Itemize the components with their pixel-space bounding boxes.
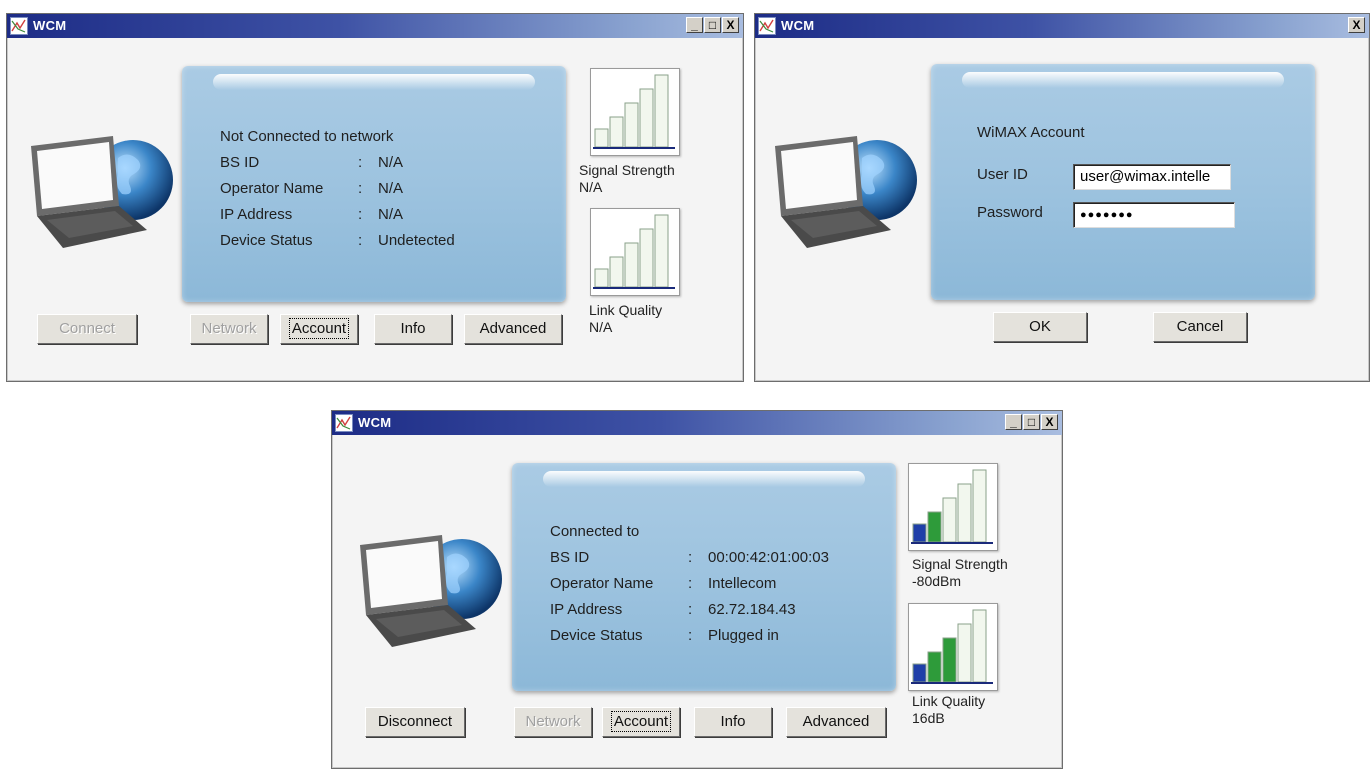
link-quality-meter <box>908 603 998 691</box>
user-id-field[interactable]: user@wimax.intelle <box>1073 164 1231 190</box>
window-title: WCM <box>358 415 392 430</box>
window-title: WCM <box>781 18 815 33</box>
password-field[interactable]: ●●●●●●● <box>1073 202 1235 228</box>
laptop-globe-icon <box>360 535 502 647</box>
info-button[interactable]: Info <box>694 707 772 737</box>
meter-bar-1 <box>594 268 609 288</box>
user-id-label: User ID <box>977 166 1028 183</box>
title-bar[interactable]: WCM _ □ X <box>332 411 1062 435</box>
operator-name-value: N/A <box>378 180 404 197</box>
bs-id-value: 00:00:42:01:00:03 <box>708 549 829 566</box>
network-button[interactable]: Network <box>190 314 268 344</box>
laptop-globe-icon <box>775 136 917 248</box>
title-bar[interactable]: WCM X <box>755 14 1369 38</box>
meter-bar-2 <box>927 511 942 543</box>
bs-id-label: BS ID <box>550 549 590 566</box>
signal-strength-label: Signal Strength <box>912 556 1008 572</box>
bs-id-label: BS ID <box>220 154 260 171</box>
status-heading: Not Connected to network <box>220 128 394 145</box>
meter-bar-1 <box>594 128 609 148</box>
signal-strength-meter <box>590 68 680 156</box>
link-quality-label: Link Quality <box>589 302 663 318</box>
meter-bar-3 <box>624 102 639 148</box>
info-button[interactable]: Info <box>374 314 452 344</box>
device-status-value: Undetected <box>378 232 455 249</box>
signal-strength-label: Signal Strength <box>579 162 675 178</box>
close-button[interactable]: X <box>1041 414 1058 430</box>
meter-bar-4 <box>639 228 654 288</box>
minimize-button[interactable]: _ <box>686 17 703 33</box>
ok-button[interactable]: OK <box>993 312 1087 342</box>
account-button[interactable]: Account <box>602 707 680 737</box>
link-quality-value: N/A <box>589 319 613 335</box>
wcm-window-connected: WCM _ □ X Connected to BS ID:00:00:42:01… <box>331 410 1063 769</box>
meter-bar-1 <box>912 663 927 683</box>
ip-address-value: N/A <box>378 206 404 223</box>
meter-bar-4 <box>957 623 972 683</box>
meter-bar-3 <box>942 497 957 543</box>
title-bar[interactable]: WCM _ □ X <box>7 14 743 38</box>
laptop-globe-icon <box>31 136 173 248</box>
account-heading: WiMAX Account <box>977 124 1085 141</box>
meter-bar-2 <box>927 651 942 683</box>
meter-bar-5 <box>972 469 987 543</box>
status-panel: Connected to BS ID:00:00:42:01:00:03 Ope… <box>512 463 896 691</box>
meter-bar-4 <box>639 88 654 148</box>
wcm-window-disconnected: WCM _ □ X Not Connected to network BS ID… <box>6 13 744 382</box>
meter-bar-2 <box>609 116 624 148</box>
device-status-label: Device Status <box>550 627 643 644</box>
cancel-button[interactable]: Cancel <box>1153 312 1247 342</box>
wcm-app-icon <box>335 414 353 432</box>
operator-name-value: Intellecom <box>708 575 777 592</box>
meter-bar-1 <box>912 523 927 543</box>
meter-bar-5 <box>972 609 987 683</box>
status-heading: Connected to <box>550 523 640 540</box>
close-button[interactable]: X <box>1348 17 1365 33</box>
signal-strength-meter <box>908 463 998 551</box>
operator-name-label: Operator Name <box>550 575 654 592</box>
advanced-button[interactable]: Advanced <box>786 707 886 737</box>
meter-bar-4 <box>957 483 972 543</box>
ip-address-value: 62.72.184.43 <box>708 601 796 618</box>
signal-strength-value: N/A <box>579 179 603 195</box>
device-status-value: Plugged in <box>708 627 779 644</box>
wcm-app-icon <box>10 17 28 35</box>
device-status-label: Device Status <box>220 232 313 249</box>
meter-bar-3 <box>624 242 639 288</box>
bs-id-value: N/A <box>378 154 404 171</box>
meter-bar-2 <box>609 256 624 288</box>
account-button[interactable]: Account <box>280 314 358 344</box>
maximize-button[interactable]: □ <box>1023 414 1040 430</box>
account-panel: WiMAX Account User ID user@wimax.intelle… <box>931 64 1315 300</box>
wcm-account-window: WCM X WiMAX Account User ID user@wimax.i… <box>754 13 1370 382</box>
ip-address-label: IP Address <box>220 206 293 223</box>
meter-bar-5 <box>654 74 669 148</box>
connect-button[interactable]: Connect <box>37 314 137 344</box>
password-label: Password <box>977 204 1043 221</box>
link-quality-meter <box>590 208 680 296</box>
minimize-button[interactable]: _ <box>1005 414 1022 430</box>
meter-bar-3 <box>942 637 957 683</box>
link-quality-value: 16dB <box>912 710 945 726</box>
maximize-button[interactable]: □ <box>704 17 721 33</box>
link-quality-label: Link Quality <box>912 693 986 709</box>
wcm-app-icon <box>758 17 776 35</box>
signal-strength-value: -80dBm <box>912 573 962 589</box>
network-button[interactable]: Network <box>514 707 592 737</box>
advanced-button[interactable]: Advanced <box>464 314 562 344</box>
meter-bar-5 <box>654 214 669 288</box>
window-title: WCM <box>33 18 67 33</box>
operator-name-label: Operator Name <box>220 180 324 197</box>
disconnect-button[interactable]: Disconnect <box>365 707 465 737</box>
ip-address-label: IP Address <box>550 601 623 618</box>
close-button[interactable]: X <box>722 17 739 33</box>
status-panel: Not Connected to network BS ID: N/A Opera… <box>182 66 566 302</box>
